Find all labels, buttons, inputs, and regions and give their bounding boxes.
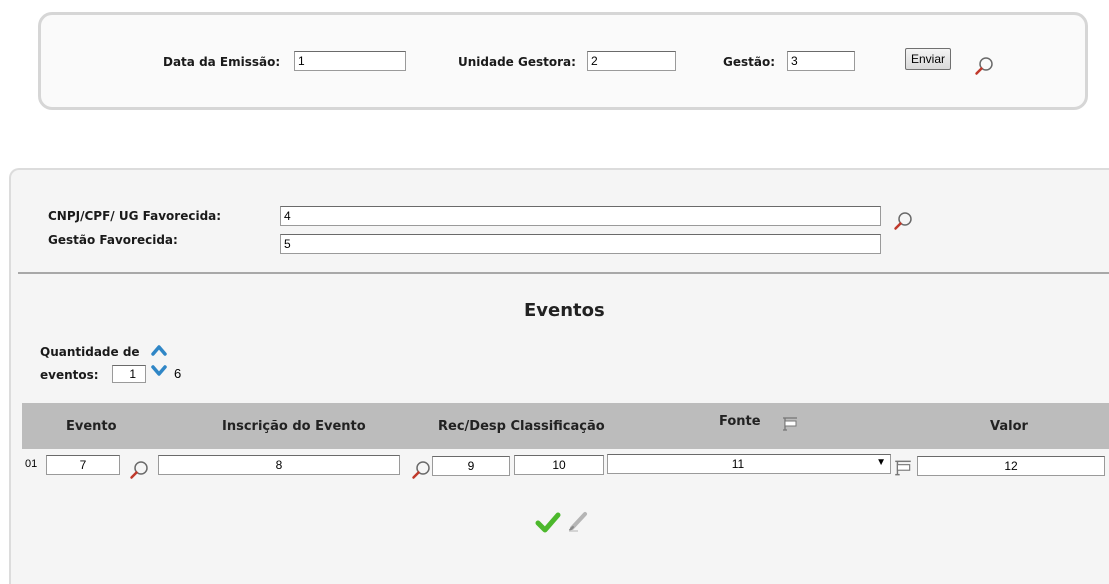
row-index: 01 [25, 458, 38, 470]
gestao-input[interactable]: 3 [787, 51, 855, 71]
classificacao-input[interactable]: 10 [514, 455, 604, 475]
enviar-button[interactable]: Enviar [905, 48, 951, 70]
fonte-header-icon[interactable] [781, 416, 799, 432]
quantidade-label: Quantidade de [40, 345, 140, 359]
inscricao-search-icon[interactable] [410, 459, 432, 481]
col-rec-desp: Rec/Desp Classificação [438, 419, 605, 434]
dropdown-arrow-icon[interactable]: ▼ [876, 456, 886, 470]
quantidade-label-2: eventos: [40, 368, 99, 382]
gestao-favorecida-input[interactable]: 5 [280, 234, 881, 254]
col-evento: Evento [66, 419, 117, 434]
cnpj-input[interactable]: 4 [280, 206, 881, 226]
evento-search-icon[interactable] [128, 459, 150, 481]
fonte-select[interactable]: 11 ▼ [607, 454, 891, 474]
cnpj-label: CNPJ/CPF/ UG Favorecida: [48, 209, 222, 223]
gestao-label: Gestão: [723, 55, 776, 69]
section-divider [18, 272, 1109, 274]
fonte-selected-value: 11 [731, 457, 745, 471]
col-valor: Valor [990, 419, 1028, 434]
col-fonte: Fonte [719, 414, 761, 429]
gestao-favorecida-label: Gestão Favorecida: [48, 233, 178, 247]
inscricao-input[interactable]: 8 [158, 455, 400, 475]
unidade-gestora-label: Unidade Gestora: [458, 55, 576, 69]
rec-desp-input[interactable]: 9 [432, 456, 510, 476]
quantidade-annotation: 6 [174, 366, 182, 381]
confirm-check-icon[interactable] [535, 511, 561, 535]
decrease-chevron-down-icon[interactable] [151, 364, 167, 378]
quantidade-value: 1 [129, 367, 136, 381]
edit-pencil-icon[interactable] [566, 509, 590, 533]
increase-chevron-up-icon[interactable] [151, 343, 167, 357]
eventos-title: Eventos [524, 300, 605, 321]
search-icon[interactable] [973, 55, 995, 77]
evento-input[interactable]: 7 [46, 455, 120, 475]
unidade-gestora-input[interactable]: 2 [587, 51, 676, 71]
quantidade-input[interactable]: 1 [112, 365, 146, 383]
data-emissao-input[interactable]: 1 [294, 51, 406, 71]
valor-input[interactable]: 12 [917, 456, 1105, 476]
data-emissao-label: Data da Emissão: [163, 55, 281, 69]
col-inscricao: Inscrição do Evento [222, 419, 366, 434]
cnpj-search-icon[interactable] [892, 210, 914, 232]
fonte-row-icon[interactable] [893, 458, 913, 478]
